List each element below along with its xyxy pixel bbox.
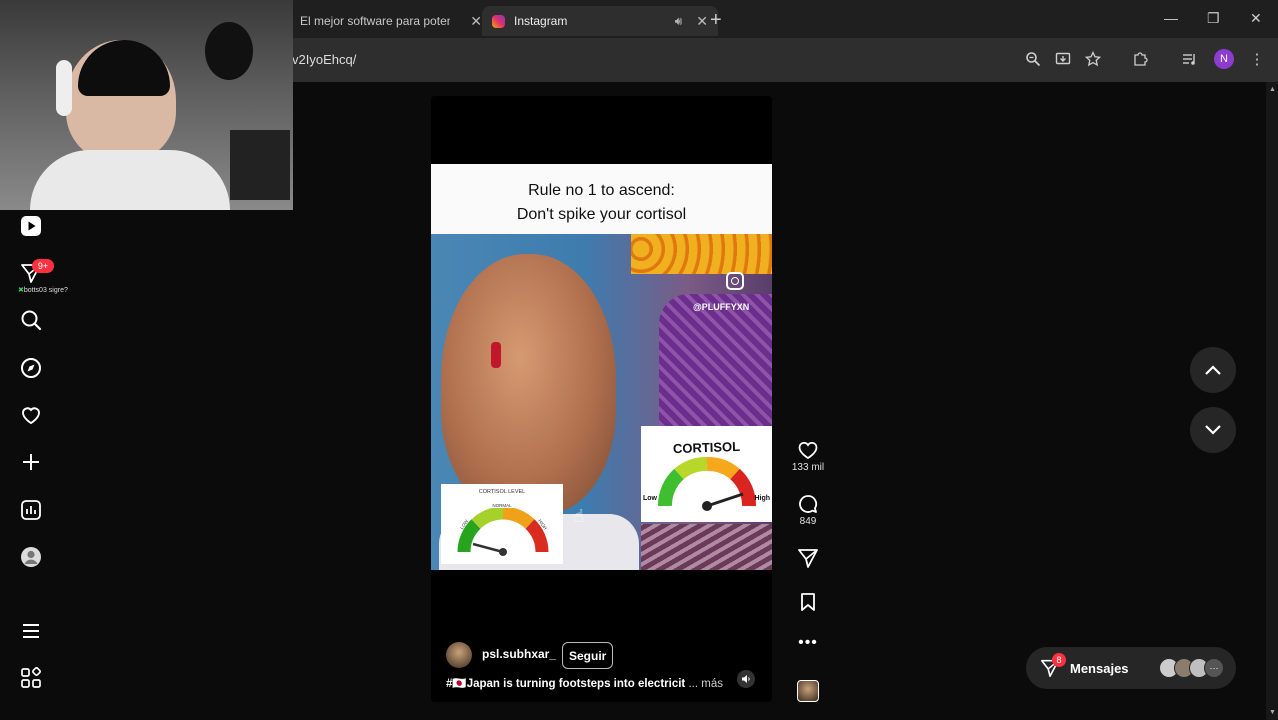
- tilak-mark: [491, 342, 501, 368]
- previous-reel-button[interactable]: [1190, 347, 1236, 393]
- video-scene: @PLUFFYXN CORTISOL Low High CORTISOL LEV…: [431, 234, 772, 570]
- close-window-button[interactable]: ✕: [1250, 10, 1262, 27]
- chevron-down-icon: [1205, 425, 1221, 435]
- page-scrollbar[interactable]: ▲ ▼: [1266, 82, 1278, 720]
- reels-icon[interactable]: [18, 213, 44, 239]
- cortisol-gauge-small: CORTISOL LEVEL NORMAL LOW HIGH: [441, 484, 563, 564]
- profile-avatar[interactable]: N: [1214, 49, 1234, 69]
- heart-notifications-icon[interactable]: [18, 402, 44, 428]
- more-menu-icon[interactable]: [18, 618, 44, 644]
- headphones: [56, 60, 72, 116]
- gauge-big-high: High: [754, 495, 770, 502]
- instagram-favicon-icon: [492, 14, 505, 28]
- man-portrait: [441, 254, 616, 514]
- share-action[interactable]: [790, 548, 826, 568]
- share-icon: [798, 549, 818, 568]
- chevron-up-icon: [1205, 365, 1221, 375]
- activity-snippet: ✖botts03 sigre?: [18, 287, 68, 294]
- caption-line-2: Don't spike your cortisol: [516, 206, 687, 223]
- activity-note: sigre?: [48, 287, 68, 294]
- comment-icon: [799, 495, 818, 513]
- profile-avatar-icon[interactable]: [18, 544, 44, 570]
- next-reel-button[interactable]: [1190, 407, 1236, 453]
- more-options-icon[interactable]: •••: [790, 634, 826, 652]
- caption-line-1: Rule no 1 to ascend:: [528, 182, 675, 199]
- activity-user: botts03: [23, 287, 47, 294]
- extensions-icon[interactable]: [1131, 50, 1149, 68]
- like-action[interactable]: 133 mil: [790, 440, 826, 473]
- tab-software[interactable]: El mejor software para potencia ✕: [292, 6, 490, 36]
- zoom-icon[interactable]: [1024, 50, 1042, 68]
- tab-title: El mejor software para potencia: [300, 14, 450, 28]
- tab-instagram[interactable]: Instagram 🔊︎ ✕: [482, 6, 718, 36]
- follow-button[interactable]: Seguir: [562, 642, 614, 669]
- close-icon[interactable]: ✕: [696, 13, 708, 30]
- also-from-meta-icon[interactable]: [18, 665, 44, 691]
- dashboard-chart-icon[interactable]: [18, 497, 44, 523]
- gauge-small-title: CORTISOL LEVEL: [478, 489, 526, 495]
- reel-description: #🇯🇵Japan is turning footsteps into elect…: [446, 676, 723, 690]
- equipment: [230, 130, 290, 200]
- wall-disc: [205, 22, 253, 80]
- bookmark-icon: [801, 593, 815, 611]
- notification-badge: 9+: [32, 259, 54, 273]
- comment-action[interactable]: 849: [790, 494, 826, 527]
- cortisol-gauge-big: CORTISOL Low High: [641, 426, 772, 522]
- minimize-button[interactable]: —: [1164, 10, 1178, 26]
- new-tab-button[interactable]: +: [710, 9, 722, 32]
- like-count: 133 mil: [791, 462, 825, 473]
- install-app-icon[interactable]: [1054, 50, 1072, 68]
- woman-saree: [659, 294, 772, 434]
- messages-badge: 8: [1052, 653, 1066, 667]
- audio-thumbnail[interactable]: [797, 680, 819, 702]
- garland: [631, 234, 772, 274]
- comment-count: 849: [799, 516, 817, 527]
- save-action[interactable]: [790, 592, 826, 612]
- media-control-icon[interactable]: [1181, 50, 1199, 68]
- tab-title: Instagram: [514, 14, 568, 28]
- close-icon[interactable]: ✕: [470, 13, 482, 30]
- messages-label: Mensajes: [1070, 660, 1129, 676]
- webcam-overlay: [0, 0, 293, 210]
- author-avatar[interactable]: [446, 642, 472, 668]
- instagram-watermark-icon: [726, 272, 744, 290]
- url-field[interactable]: v2IyoEhcq/: [292, 52, 356, 67]
- author-username[interactable]: psl.subhxar_: [482, 647, 556, 661]
- search-icon[interactable]: [18, 307, 44, 333]
- person-shirt: [30, 150, 230, 210]
- menu-kebab-icon[interactable]: ⋮: [1248, 50, 1266, 68]
- description-text: #🇯🇵Japan is turning footsteps into elect…: [446, 678, 686, 690]
- more-link[interactable]: ... más: [688, 678, 723, 690]
- restore-button[interactable]: ❐: [1207, 10, 1220, 27]
- speaker-icon[interactable]: 🔊︎: [675, 14, 683, 29]
- explore-compass-icon[interactable]: [18, 355, 44, 381]
- heart-icon: [798, 441, 818, 460]
- bookmark-star-icon[interactable]: [1084, 50, 1102, 68]
- watermark-handle: @PLUFFYXN: [693, 302, 750, 312]
- messages-avatars: ···: [1159, 658, 1224, 678]
- volume-icon[interactable]: [737, 670, 755, 688]
- hand-cursor-icon: ☝︎: [573, 506, 584, 526]
- gauge-big-low: Low: [643, 495, 657, 502]
- create-plus-icon[interactable]: [18, 449, 44, 475]
- fabric-pattern: [641, 524, 772, 570]
